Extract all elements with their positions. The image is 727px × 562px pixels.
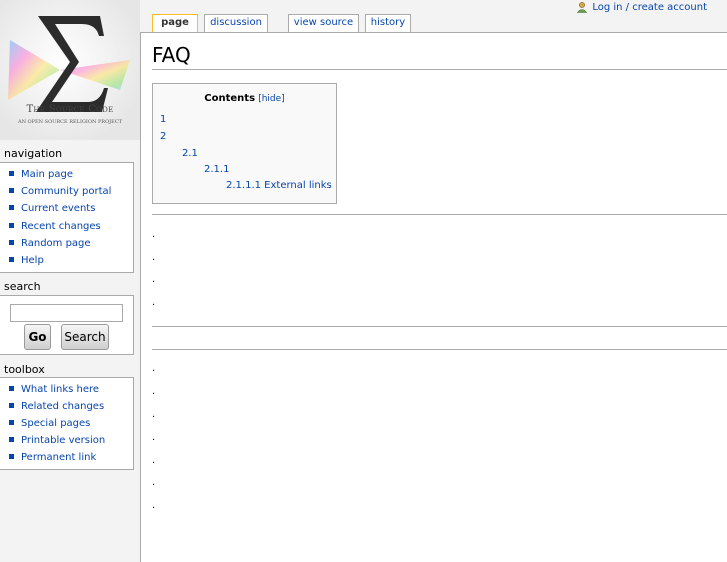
bullet-icon [9, 204, 14, 210]
user-icon [577, 2, 588, 13]
search-input[interactable] [10, 304, 123, 322]
logo-title: The Source Code [26, 104, 114, 115]
content-dot: . [152, 274, 156, 285]
content-dot: . [152, 229, 156, 240]
login-link[interactable]: Log in / create account [592, 2, 707, 13]
content-dot: . [152, 500, 156, 511]
toc-item-2-1-1-1[interactable]: 2.1.1.1 External links [226, 180, 332, 191]
navigation-title: navigation [4, 147, 63, 160]
bullet-icon [9, 453, 14, 459]
page-title: FAQ [152, 43, 191, 67]
content-dot: . [152, 477, 156, 488]
table-of-contents: Contents [hide] 1 2 2.1 2.1.1 2.1.1.1 Ex… [152, 83, 337, 204]
search-panel: Go Search [0, 295, 134, 355]
tab-view-source[interactable]: view source [288, 14, 359, 33]
bullet-icon [9, 256, 14, 262]
nav-item-main-page[interactable]: Main page [9, 169, 73, 180]
nav-item-recent-changes[interactable]: Recent changes [9, 221, 101, 232]
toolbox-title: toolbox [4, 363, 45, 376]
content-dot: . [152, 432, 156, 443]
toolbox-item-related-changes[interactable]: Related changes [9, 401, 104, 412]
tab-discussion[interactable]: discussion [204, 14, 268, 33]
toolbox-item-what-links-here[interactable]: What links here [9, 384, 99, 395]
heading-divider [152, 69, 727, 70]
toc-hide-toggle[interactable]: [hide] [258, 94, 284, 104]
toc-heading: Contents [204, 93, 256, 104]
content-dot: . [152, 386, 156, 397]
section-divider [152, 326, 727, 327]
site-logo[interactable]: The Source Code AN OPEN SOURCE RELIGION … [0, 0, 140, 140]
go-button[interactable]: Go [24, 324, 51, 350]
nav-item-current-events[interactable]: Current events [9, 203, 95, 214]
personal-bar: Log in / create account [576, 0, 707, 14]
toc-item-1[interactable]: 1 [160, 114, 166, 125]
search-button[interactable]: Search [61, 324, 109, 350]
content-dot: . [152, 252, 156, 263]
toolbox-item-printable-version[interactable]: Printable version [9, 435, 105, 446]
bullet-icon [9, 419, 14, 425]
nav-item-random-page[interactable]: Random page [9, 238, 91, 249]
nav-item-help[interactable]: Help [9, 255, 44, 266]
bullet-icon [9, 170, 14, 176]
navigation-panel: Main page Community portal Current event… [0, 162, 134, 273]
nav-item-community-portal[interactable]: Community portal [9, 186, 111, 197]
toolbox-panel: What links here Related changes Special … [0, 377, 134, 470]
toc-item-2[interactable]: 2 [160, 131, 166, 142]
bullet-icon [9, 187, 14, 193]
toc-item-2-1[interactable]: 2.1 [182, 148, 198, 159]
content-dot: . [152, 363, 156, 374]
bullet-icon [9, 385, 14, 391]
tab-history[interactable]: history [365, 14, 411, 33]
search-title: search [4, 280, 41, 293]
bullet-icon [9, 436, 14, 442]
content-dot: . [152, 409, 156, 420]
section-divider [152, 214, 727, 215]
section-divider [152, 349, 727, 350]
toc-item-2-1-1[interactable]: 2.1.1 [204, 164, 229, 175]
toolbox-item-special-pages[interactable]: Special pages [9, 418, 90, 429]
content-dot: . [152, 297, 156, 308]
logo-tagline: AN OPEN SOURCE RELIGION PROJECT [17, 119, 122, 125]
bullet-icon [9, 239, 14, 245]
bullet-icon [9, 222, 14, 228]
content-dot: . [152, 455, 156, 466]
content-area: FAQ Contents [hide] 1 2 2.1 2.1.1 2.1.1.… [140, 32, 727, 562]
bullet-icon [9, 402, 14, 408]
toc-title: Contents [hide] [153, 93, 336, 104]
toolbox-item-permanent-link[interactable]: Permanent link [9, 452, 96, 463]
tab-page[interactable]: page [152, 14, 198, 34]
